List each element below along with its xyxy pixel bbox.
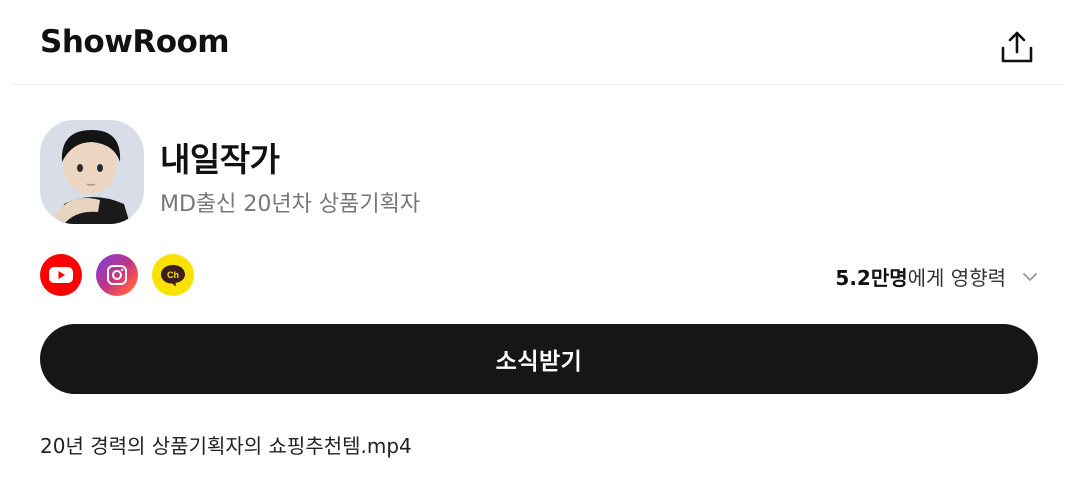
instagram-icon xyxy=(107,265,127,285)
header-divider xyxy=(12,84,1064,85)
profile-name: 내일작가 xyxy=(160,140,280,179)
header: ShowRoom xyxy=(0,0,1080,84)
subscribe-button[interactable]: 소식받기 xyxy=(40,324,1038,394)
kakao-channel-icon: Ch xyxy=(161,265,185,287)
kakao-channel-link[interactable]: Ch xyxy=(152,254,194,296)
influence-count: 5.2만명 xyxy=(835,266,908,290)
youtube-icon xyxy=(49,267,73,283)
kakao-channel-label: Ch xyxy=(167,270,179,280)
share-icon xyxy=(1001,31,1033,63)
influence-label: 에게 영향력 xyxy=(907,266,1006,290)
app-title: ShowRoom xyxy=(40,24,230,60)
share-button[interactable] xyxy=(994,24,1040,70)
video-title[interactable]: 20년 경력의 상품기획자의 쇼핑추천템.mp4 xyxy=(40,430,412,459)
instagram-link[interactable] xyxy=(96,254,138,296)
avatar[interactable] xyxy=(40,120,144,224)
chevron-down-icon xyxy=(1020,267,1040,287)
youtube-link[interactable] xyxy=(40,254,82,296)
avatar-image xyxy=(40,120,144,224)
profile-description: MD출신 20년차 상품기획자 xyxy=(160,192,421,217)
influence-dropdown[interactable]: 5.2만명 에게 영향력 xyxy=(835,262,1040,291)
